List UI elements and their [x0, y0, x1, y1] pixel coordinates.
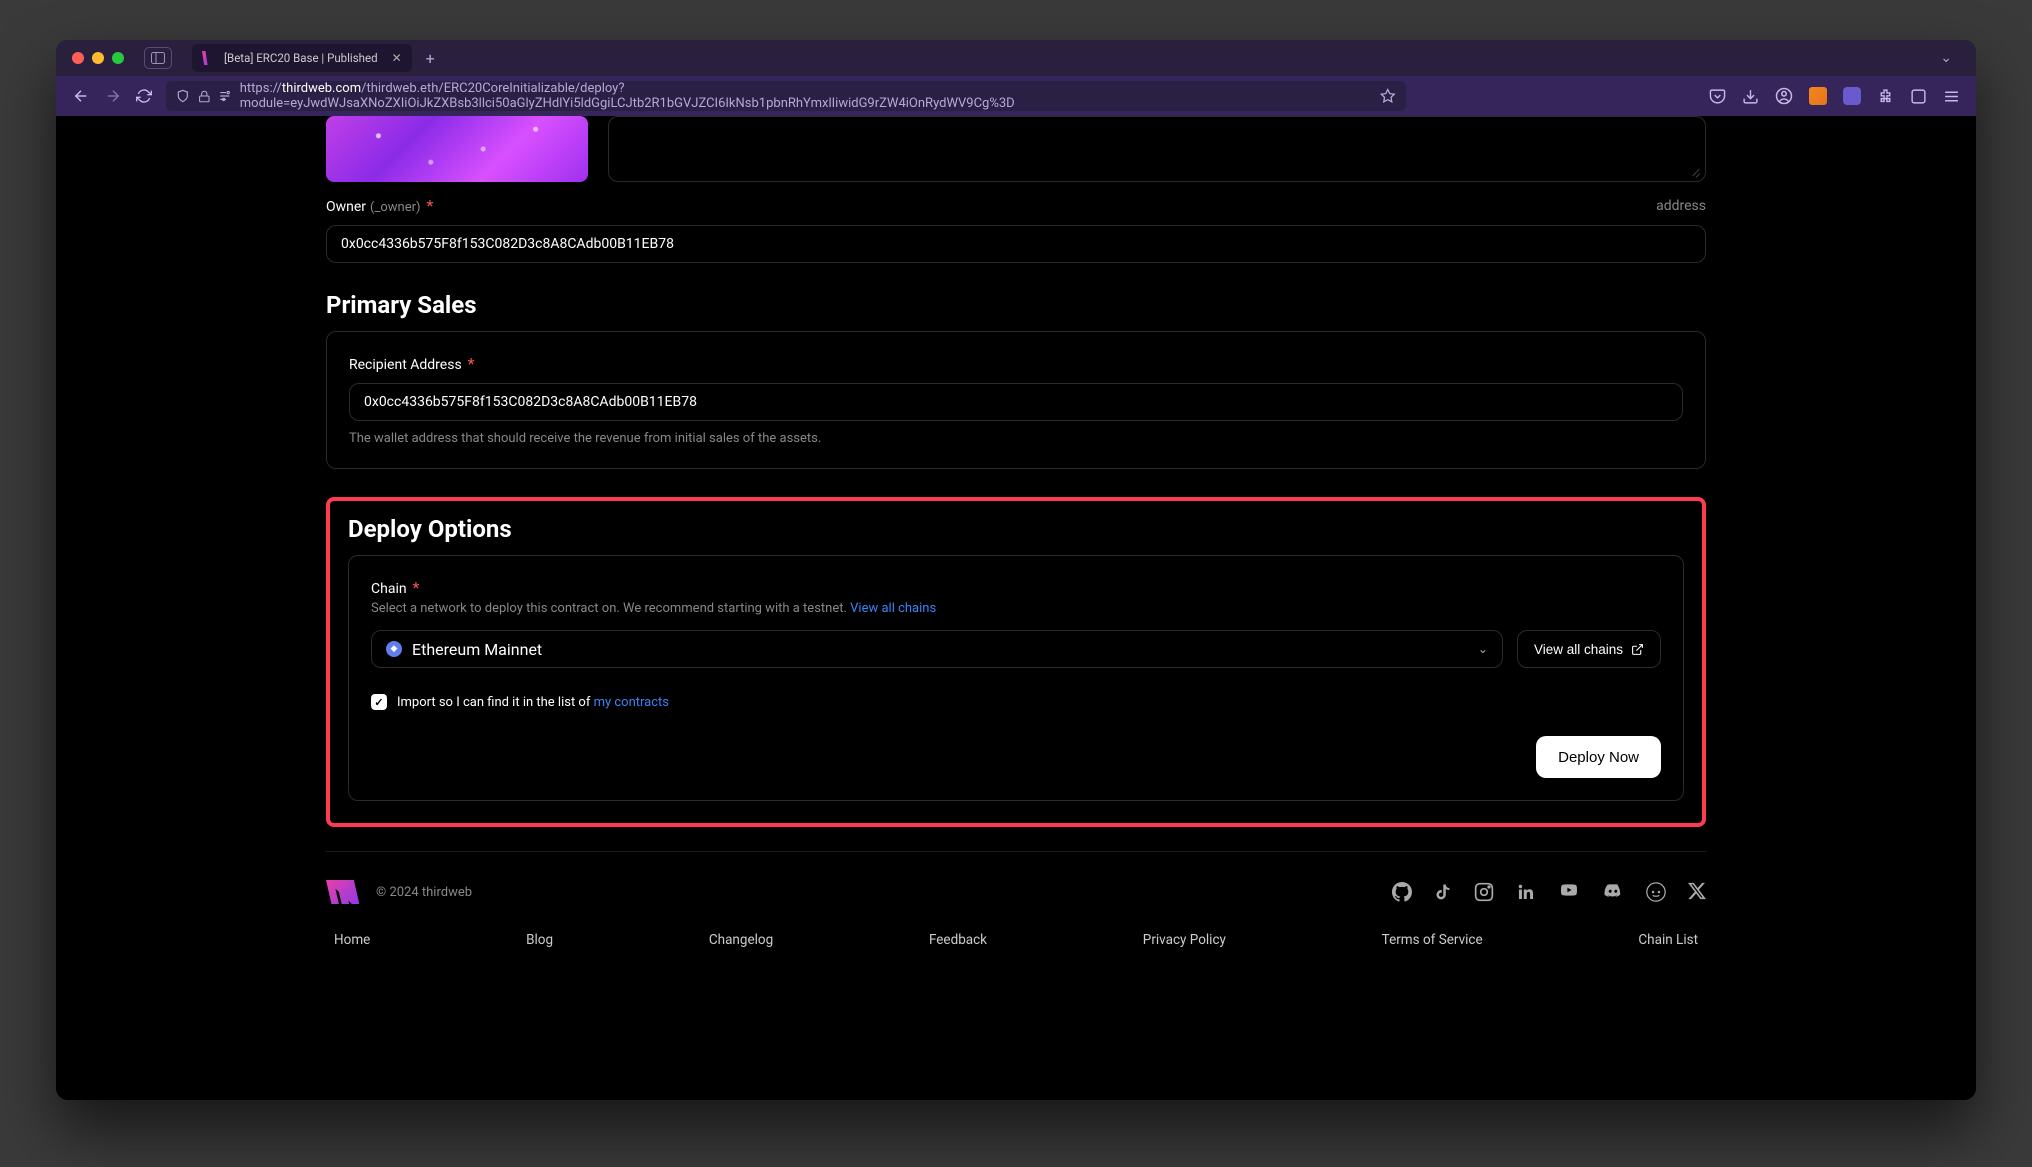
hamburger-menu-icon[interactable] — [1943, 88, 1960, 105]
titlebar: [Beta] ERC20 Base | Published ✕ + ⌄ — [56, 40, 1976, 76]
recipient-helper: The wallet address that should receive t… — [349, 431, 1683, 446]
window-controls — [72, 52, 124, 64]
reddit-icon[interactable] — [1646, 882, 1666, 902]
new-tab-button[interactable]: + — [426, 49, 435, 68]
youtube-icon[interactable] — [1558, 882, 1580, 902]
tabs-dropdown-button[interactable]: ⌄ — [1940, 50, 1952, 66]
footer-link-changelog[interactable]: Changelog — [709, 932, 773, 948]
social-links — [1392, 882, 1706, 902]
recipient-label: Recipient Address — [349, 357, 462, 373]
browser-window: [Beta] ERC20 Base | Published ✕ + ⌄ http… — [56, 40, 1976, 1100]
owner-hint: (_owner) — [370, 200, 421, 215]
browser-tab[interactable]: [Beta] ERC20 Base | Published ✕ — [192, 44, 412, 72]
owner-field-group: Owner (_owner) * address — [326, 196, 1706, 263]
import-checkbox-row: ✓ Import so I can find it in the list of… — [371, 694, 1661, 710]
footer-link-feedback[interactable]: Feedback — [929, 932, 987, 948]
x-twitter-icon[interactable] — [1688, 882, 1706, 902]
forward-button[interactable] — [104, 87, 122, 105]
chain-label: Chain — [371, 581, 407, 597]
selected-chain-label: Ethereum Mainnet — [412, 640, 542, 659]
footer: © 2024 thirdweb Home Blog — [326, 851, 1706, 968]
my-contracts-link[interactable]: my contracts — [594, 695, 669, 710]
close-window-button[interactable] — [72, 52, 84, 64]
app-icon[interactable] — [1910, 88, 1927, 105]
permissions-icon — [218, 89, 232, 103]
required-asterisk: * — [413, 578, 420, 597]
url-bar[interactable]: https://thirdweb.com/thirdweb.eth/ERC20C… — [166, 81, 1406, 111]
bookmark-star-icon[interactable] — [1380, 88, 1396, 104]
required-asterisk: * — [427, 196, 434, 215]
downloads-icon[interactable] — [1742, 88, 1759, 105]
owner-label: Owner — [326, 199, 366, 215]
deploy-options-highlight: Deploy Options Chain * Select a network … — [326, 497, 1706, 827]
thirdweb-logo-icon[interactable] — [326, 880, 360, 904]
phantom-extension-icon[interactable] — [1843, 87, 1861, 105]
footer-link-home[interactable]: Home — [334, 932, 370, 948]
chevron-down-icon: ⌄ — [1478, 642, 1488, 656]
pocket-icon[interactable] — [1709, 88, 1726, 105]
minimize-window-button[interactable] — [92, 52, 104, 64]
import-checkbox[interactable]: ✓ — [371, 694, 387, 710]
deploy-options-title: Deploy Options — [348, 515, 1684, 543]
instagram-icon[interactable] — [1474, 882, 1494, 902]
footer-link-blog[interactable]: Blog — [526, 932, 553, 948]
lock-icon — [198, 90, 211, 103]
description-textarea[interactable] — [608, 116, 1706, 182]
maximize-window-button[interactable] — [112, 52, 124, 64]
extensions-icon[interactable] — [1877, 88, 1894, 105]
footer-link-terms[interactable]: Terms of Service — [1382, 932, 1483, 948]
contract-image-preview[interactable] — [326, 116, 588, 182]
owner-type-hint: address — [1656, 198, 1706, 214]
tiktok-icon[interactable] — [1434, 882, 1452, 902]
linkedin-icon[interactable] — [1516, 882, 1536, 902]
reload-button[interactable] — [136, 88, 152, 104]
recipient-address-input[interactable] — [349, 383, 1683, 421]
primary-sales-section: Primary Sales Recipient Address * The wa… — [326, 291, 1706, 469]
discord-icon[interactable] — [1602, 882, 1624, 902]
url-text: https://thirdweb.com/thirdweb.eth/ERC20C… — [240, 81, 1365, 111]
account-icon[interactable] — [1775, 87, 1793, 105]
deploy-now-button[interactable]: Deploy Now — [1536, 736, 1661, 778]
required-asterisk: * — [468, 354, 475, 373]
sidebar-toggle-button[interactable] — [144, 47, 172, 69]
footer-link-chainlist[interactable]: Chain List — [1638, 932, 1698, 948]
view-all-chains-button[interactable]: View all chains — [1517, 630, 1661, 668]
metadata-row — [326, 116, 1706, 196]
external-link-icon — [1631, 643, 1644, 656]
chain-select[interactable]: ◆ Ethereum Mainnet ⌄ — [371, 630, 1503, 668]
tab-title: [Beta] ERC20 Base | Published — [224, 51, 378, 65]
shield-icon — [176, 89, 190, 103]
import-label: Import so I can find it in the list of m… — [397, 695, 669, 710]
copyright-text: © 2024 thirdweb — [376, 885, 472, 900]
back-button[interactable] — [72, 87, 90, 105]
footer-link-privacy[interactable]: Privacy Policy — [1143, 932, 1226, 948]
navbar: https://thirdweb.com/thirdweb.eth/ERC20C… — [56, 76, 1976, 116]
owner-input[interactable] — [326, 225, 1706, 263]
view-all-chains-link[interactable]: View all chains — [850, 601, 936, 616]
chain-description: Select a network to deploy this contract… — [371, 601, 1661, 616]
close-tab-button[interactable]: ✕ — [392, 51, 402, 65]
ethereum-icon: ◆ — [386, 641, 402, 657]
page-content: Owner (_owner) * address Primary Sales R… — [56, 116, 1976, 1100]
metamask-extension-icon[interactable] — [1809, 87, 1827, 105]
primary-sales-title: Primary Sales — [326, 291, 1706, 319]
footer-link-row: Home Blog Changelog Feedback Privacy Pol… — [326, 932, 1706, 948]
github-icon[interactable] — [1392, 882, 1412, 902]
resize-handle-icon[interactable] — [1689, 165, 1701, 177]
thirdweb-favicon-icon — [202, 51, 216, 65]
